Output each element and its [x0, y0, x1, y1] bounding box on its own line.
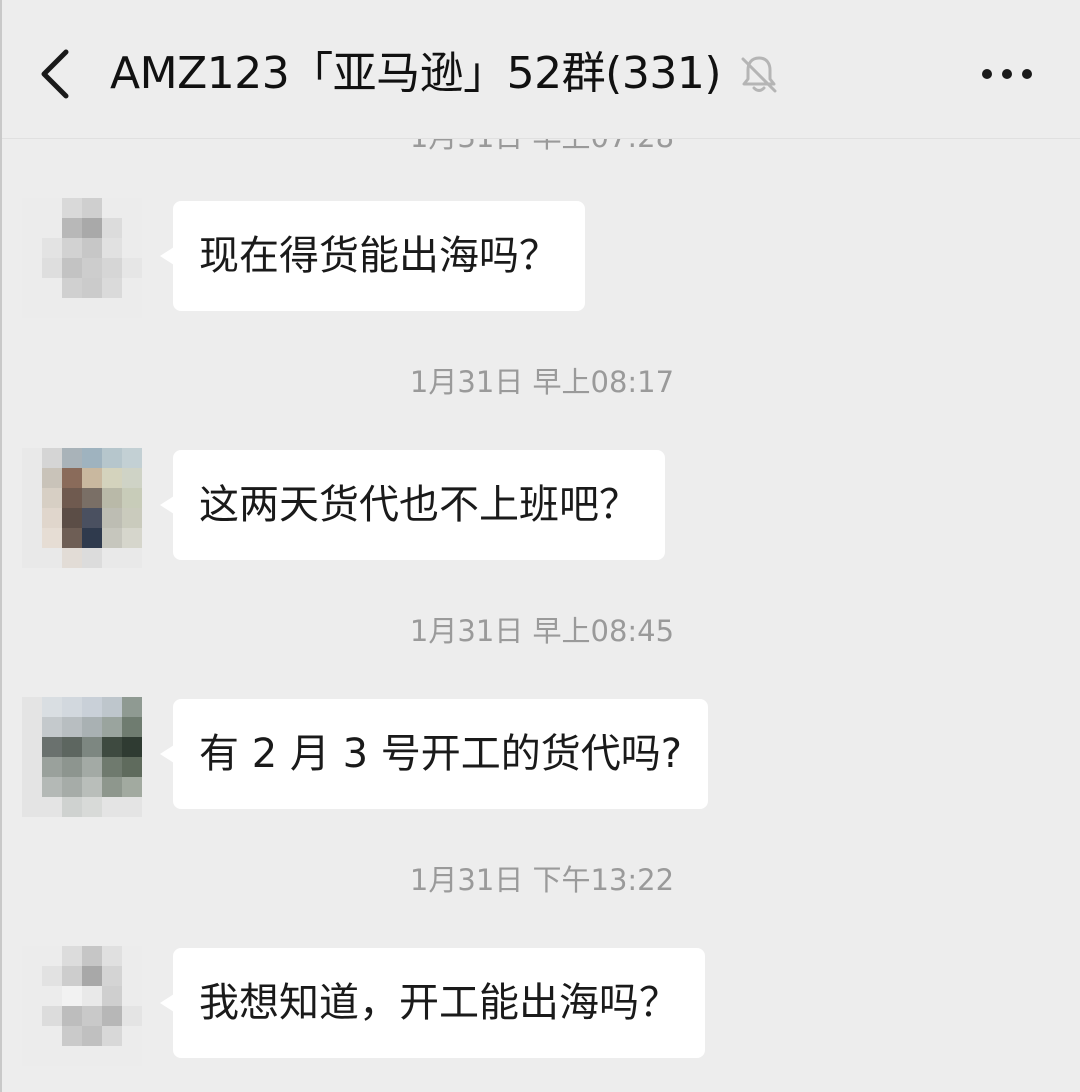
bell-off-icon	[739, 53, 779, 95]
message-bubble[interactable]: 这两天货代也不上班吧？	[160, 450, 665, 560]
message-bubble[interactable]: 我想知道，开工能出海吗？	[160, 948, 705, 1058]
chat-screen: AMZ123「亚马逊」52群(331) 1月31日 早上07:28	[0, 0, 1080, 1092]
back-button[interactable]	[32, 46, 82, 102]
message-bubble[interactable]: 有 2 月 3 号开工的货代吗?	[160, 699, 708, 809]
more-horizontal-icon	[982, 69, 1032, 79]
chat-title: AMZ123「亚马逊」52群(331)	[110, 48, 722, 99]
more-button[interactable]	[977, 60, 1037, 88]
avatar[interactable]	[22, 198, 142, 318]
timestamp: 1月31日 下午13:22	[409, 863, 675, 897]
timestamp: 1月31日 早上08:45	[409, 614, 675, 648]
avatar[interactable]	[22, 946, 142, 1066]
avatar[interactable]	[22, 697, 142, 817]
chat-header: AMZ123「亚马逊」52群(331)	[2, 0, 1080, 139]
timestamp: 1月31日 早上08:17	[409, 365, 675, 399]
chevron-left-icon	[41, 49, 69, 99]
avatar[interactable]	[22, 448, 142, 568]
message-bubble[interactable]: 现在得货能出海吗？	[160, 201, 585, 311]
